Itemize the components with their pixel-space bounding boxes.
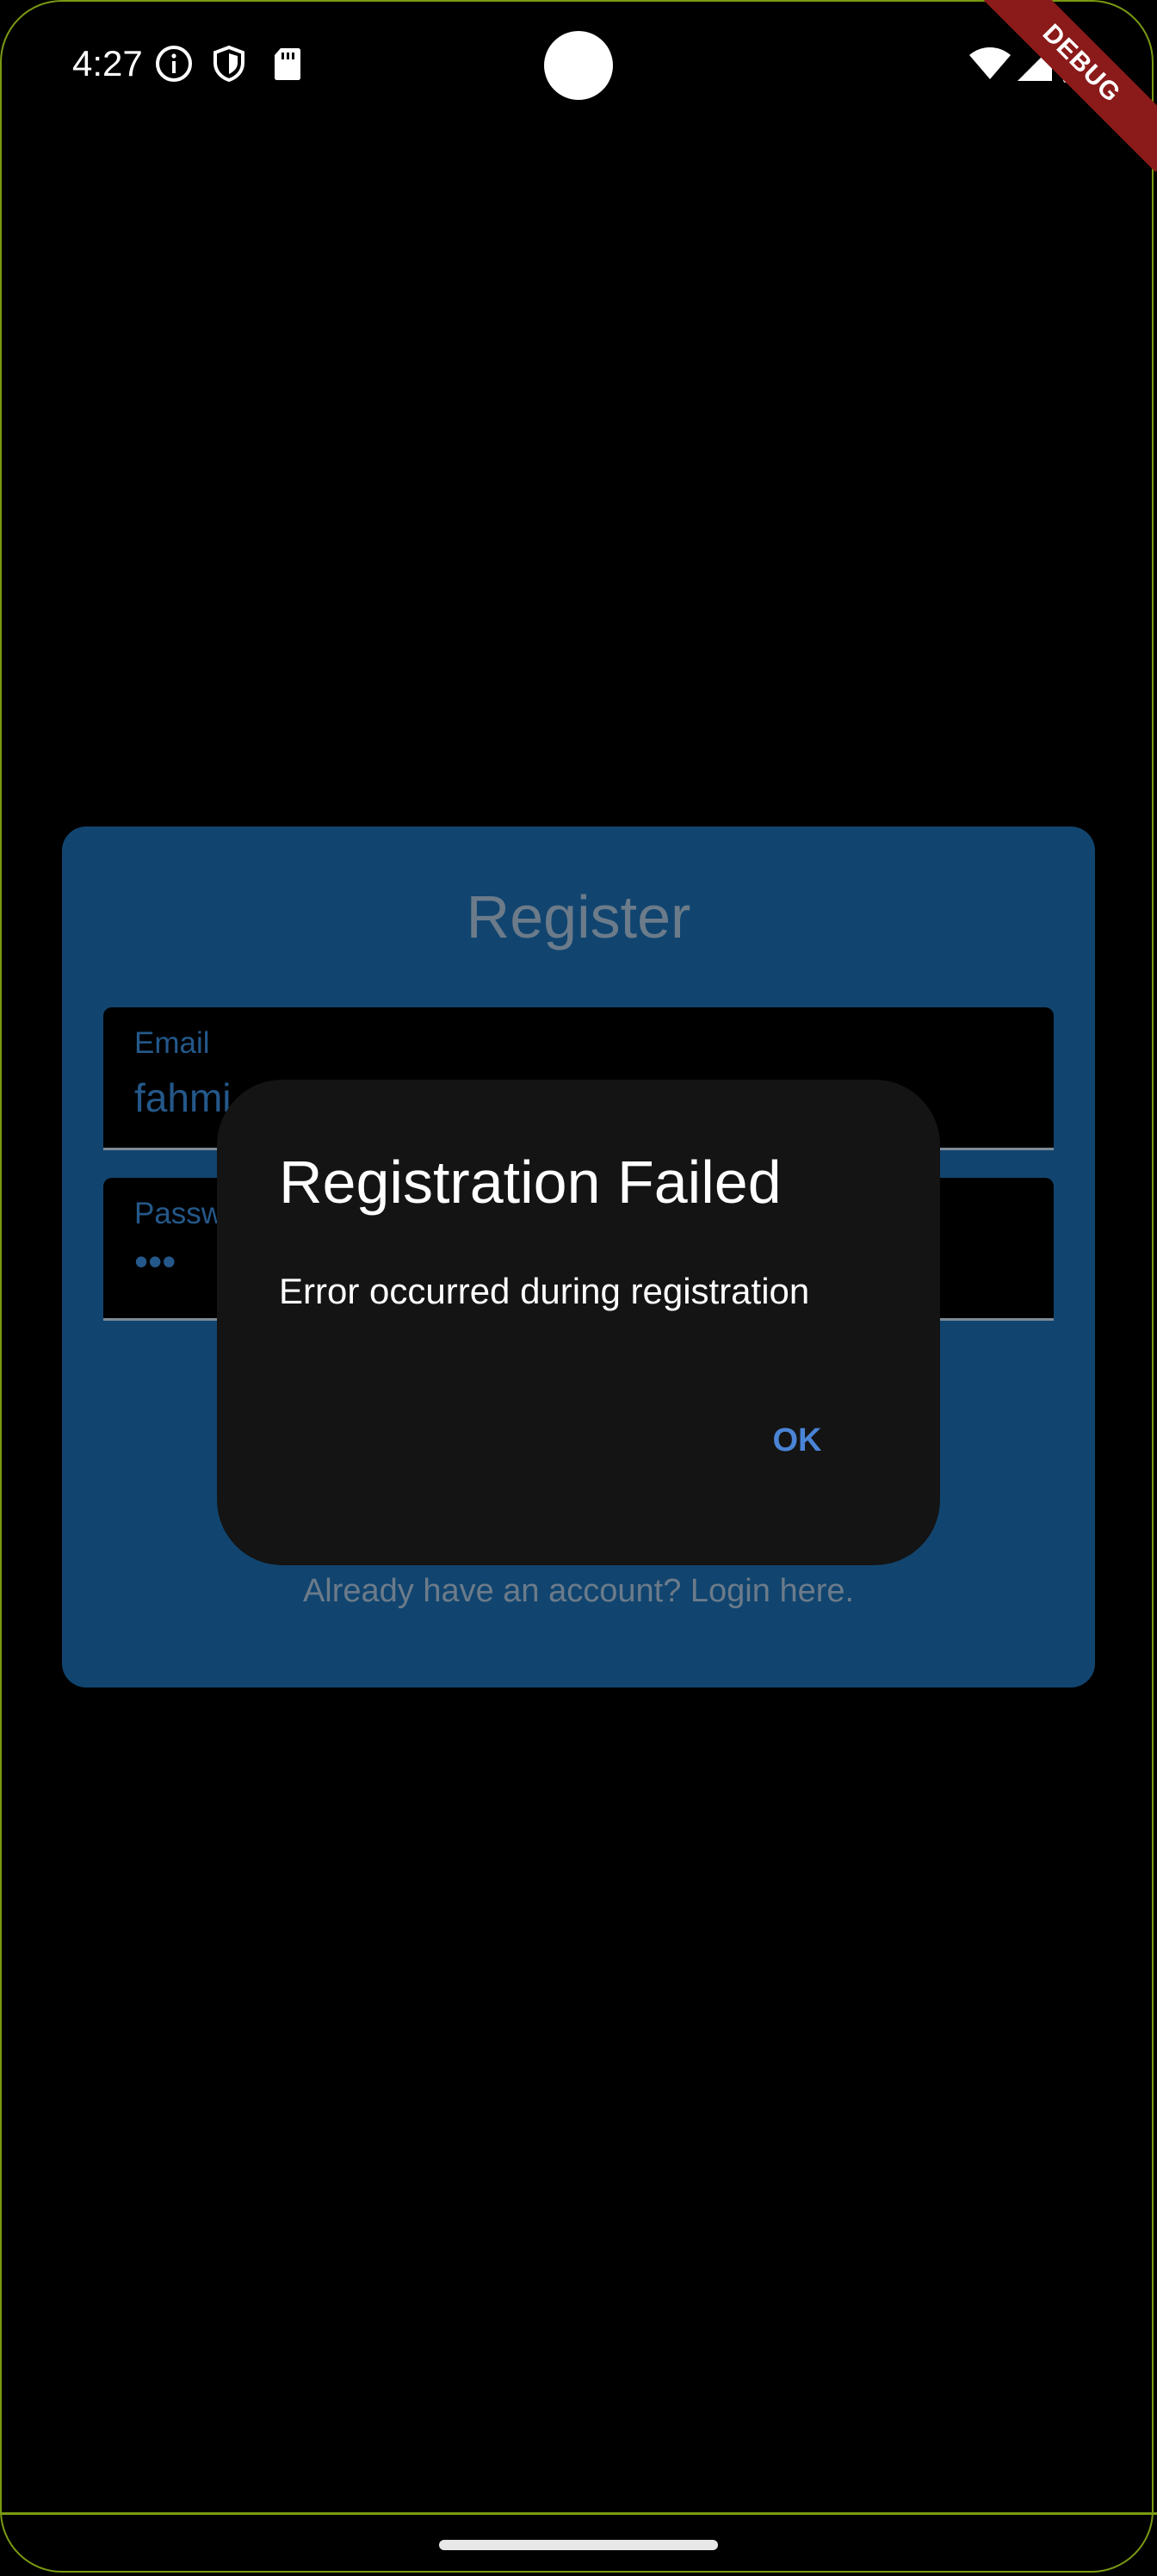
status-time: 4:27 xyxy=(72,43,143,84)
info-icon xyxy=(153,43,195,84)
debug-banner: DEBUG xyxy=(973,0,1157,172)
email-label: Email xyxy=(134,1026,210,1060)
password-label: Passw xyxy=(134,1197,224,1230)
front-camera xyxy=(544,31,613,100)
sd-card-icon xyxy=(267,43,308,84)
shield-icon xyxy=(208,43,250,84)
wifi-icon xyxy=(968,43,1012,84)
login-link[interactable]: Already have an account? Login here. xyxy=(62,1567,1095,1615)
dialog-message: Error occurred during registration xyxy=(279,1271,810,1311)
password-value: ••• xyxy=(134,1239,176,1284)
dialog-title: Registration Failed xyxy=(279,1149,782,1216)
home-indicator[interactable] xyxy=(439,2540,718,2550)
status-bar: 4:27 DEBUG xyxy=(0,0,1157,172)
error-dialog: Registration Failed Error occurred durin… xyxy=(217,1080,940,1565)
nav-bar-edge xyxy=(0,2512,1157,2515)
register-title: Register xyxy=(466,883,691,951)
email-value: fahmi xyxy=(134,1075,232,1120)
ok-button[interactable]: OK xyxy=(746,1402,849,1479)
